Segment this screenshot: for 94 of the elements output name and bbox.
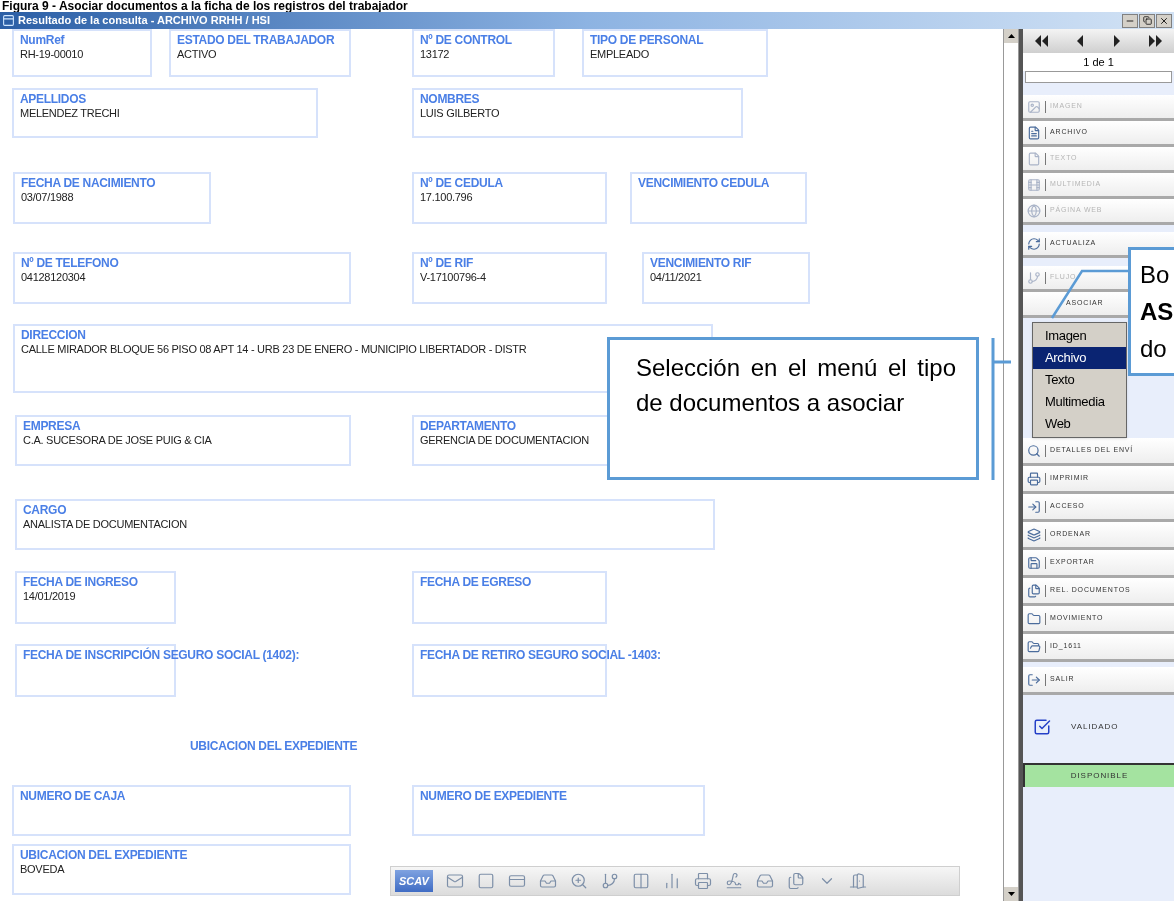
section-heading: UBICACION DEL EXPEDIENTE [190, 738, 358, 755]
tray-icon[interactable] [538, 872, 557, 890]
scav-button[interactable]: SCAV [395, 870, 433, 892]
field-label: FECHA DE NACIMIENTO [21, 176, 156, 190]
availability-status: DISPONIBLE [1023, 763, 1174, 787]
login-icon [1027, 499, 1041, 514]
field-label: VENCIMIENTO CEDULA [638, 176, 770, 190]
field-label: UBICACION DEL EXPEDIENTE [20, 848, 188, 862]
field-label: FECHA DE RETIRO SEGURO SOCIAL -1403: [420, 648, 661, 662]
restore-button[interactable] [1139, 13, 1155, 28]
field-value: C.A. SUCESORA DE JOSE PUIG & CIA [23, 433, 212, 447]
field-label: NUMERO DE EXPEDIENTE [420, 789, 567, 803]
field-value: LUIS GILBERTO [420, 106, 500, 120]
field-value: GERENCIA DE DOCUMENTACION [420, 433, 589, 447]
columns-icon[interactable] [631, 872, 650, 890]
field-value: CALLE MIRADOR BLOQUE 56 PISO 08 APT 14 - URB 23 DE ENERO - MUNICIPIO LIBERTADOR - DISTR [21, 342, 527, 356]
field-label: FECHA DE EGRESO [420, 575, 532, 589]
field-value: EMPLEADO [590, 47, 649, 61]
field-label: DIRECCION [21, 328, 86, 342]
file-icon [1027, 125, 1041, 140]
close-button[interactable] [1156, 13, 1172, 28]
checklist-icon [1033, 718, 1051, 736]
figure-caption: Figura 9 - Asociar documentos a la ficha de los registros del trabajador [1, 0, 409, 12]
menu-item[interactable]: Archivo [1033, 347, 1126, 369]
globe-icon [1027, 203, 1041, 218]
callout-text: do [1140, 334, 1168, 364]
field-value: 04/11/2021 [650, 270, 702, 284]
field-label: DEPARTAMENTO [420, 419, 516, 433]
layers-icon [1027, 527, 1041, 542]
printer-icon[interactable] [693, 872, 712, 890]
field-label: Nº DE RIF [420, 256, 474, 270]
refresh-icon [1027, 236, 1041, 251]
field-value: 03/07/1988 [21, 190, 74, 204]
field-label: Nº DE CEDULA [420, 176, 503, 190]
restore-icon [1142, 16, 1152, 25]
envelope-icon[interactable] [445, 872, 464, 890]
field-label: TIPO DE PERSONAL [590, 33, 704, 47]
field-label: NUMERO DE CAJA [20, 789, 126, 803]
field-value: 13172 [420, 47, 450, 61]
menu-item[interactable]: Texto [1033, 369, 1126, 391]
save-icon [1027, 555, 1041, 570]
field-label: Nº DE TELEFONO [21, 256, 119, 270]
door-icon[interactable] [848, 872, 867, 890]
scroll-up-icon[interactable] [1004, 29, 1018, 43]
files-icon[interactable] [786, 872, 805, 890]
validated-status: VALIDADO [1071, 721, 1119, 733]
signature-icon[interactable] [724, 872, 743, 890]
menu-item[interactable]: Multimedia [1033, 391, 1126, 413]
page-indicator: 1 de 1 [1023, 53, 1174, 71]
scanner-icon[interactable] [755, 872, 774, 890]
field-value: 17.100.796 [420, 190, 473, 204]
tree-icon[interactable] [600, 872, 619, 890]
card-icon[interactable] [507, 872, 526, 890]
folder-icon [1027, 611, 1041, 626]
vertical-scrollbar[interactable] [1003, 29, 1019, 901]
field-label: EMPRESA [23, 419, 81, 433]
callout-text: Selección en el menú el tipo de documentos a asociar [636, 353, 956, 418]
search-icon [1027, 443, 1041, 458]
field-label: FECHA DE INSCRIPCIÓN SEGURO SOCIAL (1402): [23, 648, 300, 662]
field-label: ESTADO DEL TRABAJADOR [177, 33, 335, 47]
field-label: APELLIDOS [20, 92, 86, 106]
scroll-down-icon[interactable] [1004, 887, 1018, 901]
field-value: RH-19-00010 [20, 47, 83, 61]
field-label: VENCIMIENTO RIF [650, 256, 752, 270]
window-title: Resultado de la consulta - ARCHIVO RRHH / HSI [18, 13, 270, 29]
film-icon [1027, 177, 1041, 192]
flow-icon [1027, 270, 1041, 285]
field-value: ANALISTA DE DOCUMENTACION [23, 517, 187, 531]
app-icon [2, 14, 15, 27]
files-icon [1027, 583, 1041, 598]
zoom-icon[interactable] [569, 872, 588, 890]
menu-item[interactable]: Imagen [1033, 325, 1126, 347]
minimize-button[interactable] [1122, 13, 1138, 28]
folder-icon [1027, 639, 1041, 654]
menu-item[interactable]: Web [1033, 413, 1126, 435]
image-icon [1027, 99, 1041, 114]
exit-icon [1027, 672, 1041, 687]
close-icon [1159, 15, 1169, 26]
field-label: NumRef [20, 33, 65, 47]
field-value: 14/01/2019 [23, 589, 76, 603]
field-value: 04128120304 [21, 270, 86, 284]
field-label: NOMBRES [420, 92, 480, 106]
field-label: CARGO [23, 503, 67, 517]
printer-icon [1027, 471, 1041, 486]
field-value: V-17100796-4 [420, 270, 486, 284]
field-value: BOVEDA [20, 862, 65, 876]
field-value: ACTIVO [177, 47, 217, 61]
field-value: MELENDEZ TRECHI [20, 106, 120, 120]
frame-icon[interactable] [476, 872, 495, 890]
field-label: Nº DE CONTROL [420, 33, 512, 47]
document-icon [1027, 151, 1041, 166]
horizontal-scrollbar[interactable] [1025, 71, 1172, 83]
field-label: FECHA DE INGRESO [23, 575, 138, 589]
last-page-icon[interactable] [1146, 35, 1165, 47]
